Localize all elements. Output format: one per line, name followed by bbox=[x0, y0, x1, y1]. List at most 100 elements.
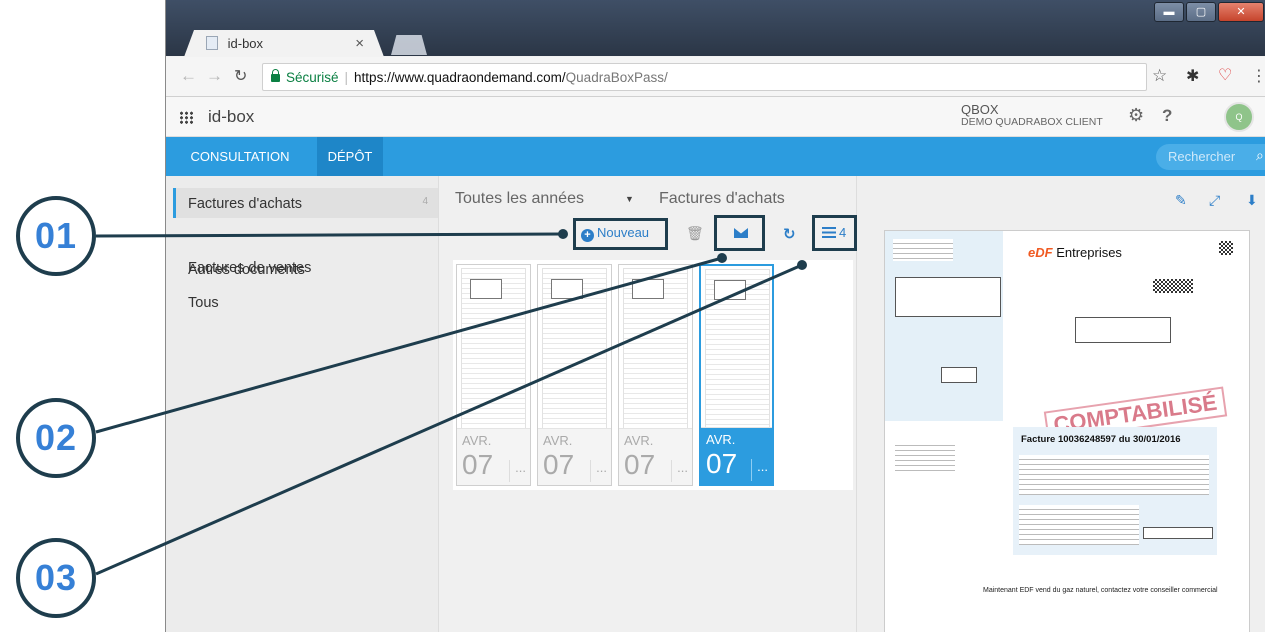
edf-mark: eDF bbox=[1028, 245, 1053, 260]
barcode bbox=[1153, 279, 1193, 293]
tab-depot[interactable]: DÉPÔT bbox=[317, 137, 383, 176]
window-controls: ▬ ▢ ✕ bbox=[1154, 2, 1264, 22]
account-info: QBOX DEMO QUADRABOX CLIENT bbox=[961, 102, 1103, 128]
download-icon[interactable]: ⬇ bbox=[1246, 192, 1258, 209]
highlight-list-button bbox=[812, 215, 857, 251]
search-input[interactable]: Rechercher ⌕ bbox=[1156, 144, 1265, 170]
gear-icon[interactable]: ⚙ bbox=[1128, 105, 1144, 126]
browser-titlebar: id-box × ▬ ▢ ✕ bbox=[166, 0, 1265, 57]
app-grid-icon[interactable] bbox=[179, 111, 194, 124]
page-icon bbox=[206, 36, 218, 50]
back-arrow-icon[interactable]: ← bbox=[180, 66, 197, 86]
card-month: AVR. bbox=[543, 433, 573, 448]
sidebar-item-tous[interactable]: Tous bbox=[173, 287, 438, 317]
document-side-notes bbox=[895, 441, 955, 471]
extension-puzzle-icon[interactable]: ✱ bbox=[1186, 66, 1199, 86]
sidebar-item-autres-documents[interactable]: Autres documents bbox=[173, 254, 438, 284]
url-host: https://www.quadraondemand.com/ bbox=[354, 70, 566, 85]
card-more-button[interactable]: ... bbox=[671, 460, 688, 482]
app-name: id-box bbox=[208, 107, 255, 126]
search-icon[interactable]: ⌕ bbox=[1256, 147, 1264, 164]
sidebar-item-label: Factures d'achats bbox=[188, 196, 302, 212]
card-day: 07 bbox=[462, 449, 494, 480]
card-day: 07 bbox=[624, 449, 656, 480]
card-footer: AVR. 07 ... bbox=[701, 427, 772, 484]
tab-title: id-box bbox=[227, 36, 264, 51]
invoice-payment-lines bbox=[1019, 505, 1139, 545]
card-day: 07 bbox=[543, 449, 575, 480]
url-separator: | bbox=[344, 70, 349, 85]
document-text-lines bbox=[893, 239, 953, 261]
year-filter[interactable]: Toutes les années bbox=[455, 190, 584, 208]
account-sub: DEMO QUADRABOX CLIENT bbox=[961, 116, 1103, 128]
document-preview: eDF Entreprises COMPTABILISÉ Facture 100… bbox=[884, 230, 1250, 632]
card-month: AVR. bbox=[706, 432, 736, 447]
sidebar-item-label: Autres documents bbox=[188, 262, 305, 278]
card-footer: AVR. 07 ... bbox=[619, 428, 692, 485]
document-reference-box bbox=[941, 367, 977, 383]
app-header: id-box QBOX DEMO QUADRABOX CLIENT ⚙ ? Q bbox=[166, 97, 1265, 137]
browser-tab[interactable]: id-box × bbox=[184, 30, 384, 57]
maximize-button[interactable]: ▢ bbox=[1186, 2, 1216, 22]
sidebar-item-label: Tous bbox=[188, 295, 219, 311]
invoice-summary: Facture 10036248597 du 30/01/2016 bbox=[1013, 427, 1217, 555]
invoice-title: Facture 10036248597 du 30/01/2016 bbox=[1021, 434, 1181, 445]
callout-badge-02: 02 bbox=[16, 398, 96, 478]
minimize-button[interactable]: ▬ bbox=[1154, 2, 1184, 22]
document-footer-note: Maintenant EDF vend du gaz naturel, cont… bbox=[983, 587, 1218, 594]
card-more-button[interactable]: ... bbox=[590, 460, 607, 482]
leader-dot-01 bbox=[558, 229, 568, 239]
account-name: QBOX bbox=[961, 102, 999, 117]
qr-code bbox=[1219, 241, 1233, 255]
refresh-button[interactable]: ↻ bbox=[783, 225, 796, 247]
edit-pencil-icon[interactable]: ✎ bbox=[1175, 192, 1187, 209]
card-more-button[interactable]: ... bbox=[751, 459, 768, 481]
reload-icon[interactable]: ↻ bbox=[234, 66, 247, 86]
address-bar[interactable]: Sécurisé | https://www.quadraondemand.com/… bbox=[262, 63, 1147, 91]
help-icon[interactable]: ? bbox=[1162, 106, 1172, 126]
document-thumbnail bbox=[623, 268, 688, 430]
extension-heart-icon[interactable]: ♡ bbox=[1218, 65, 1232, 85]
delete-button[interactable]: 🗑 bbox=[686, 225, 704, 247]
edf-brand-name: Entreprises bbox=[1056, 245, 1122, 260]
document-card-selected[interactable]: AVR. 07 ... bbox=[699, 264, 774, 486]
card-footer: AVR. 07 ... bbox=[538, 428, 611, 485]
card-month: AVR. bbox=[462, 433, 492, 448]
card-month: AVR. bbox=[624, 433, 654, 448]
invoice-amount-lines bbox=[1019, 455, 1209, 495]
close-tab-icon[interactable]: × bbox=[355, 35, 364, 52]
document-info-box bbox=[1075, 317, 1171, 343]
edf-logo: eDF Entreprises bbox=[1028, 245, 1122, 260]
document-thumbnail bbox=[461, 268, 526, 430]
caret-down-icon[interactable]: ▼ bbox=[625, 194, 634, 204]
sidebar: Factures d'achats 4 Factures de ventes A… bbox=[166, 176, 439, 632]
new-tab-button[interactable] bbox=[391, 35, 427, 55]
leader-dot-03 bbox=[797, 260, 807, 270]
avatar[interactable]: Q bbox=[1224, 102, 1254, 132]
tab-consultation[interactable]: CONSULTATION bbox=[176, 137, 304, 176]
callout-badge-03: 03 bbox=[16, 538, 96, 618]
card-more-button[interactable]: ... bbox=[509, 460, 526, 482]
sidebar-item-factures-achats[interactable]: Factures d'achats 4 bbox=[173, 188, 438, 218]
callout-badge-01: 01 bbox=[16, 196, 96, 276]
tutorial-screenshot: id-box × ▬ ▢ ✕ ← → ↻ Sécurisé | https://ww… bbox=[0, 0, 1265, 632]
leader-dot-02 bbox=[717, 253, 727, 263]
document-thumbnails: AVR. 07 ... AVR. 07 ... AVR. 07 ... AVR.… bbox=[453, 260, 853, 490]
document-thumbnail bbox=[705, 269, 770, 431]
main-nav: CONSULTATION DÉPÔT Rechercher ⌕ bbox=[166, 137, 1265, 176]
document-card[interactable]: AVR. 07 ... bbox=[618, 264, 693, 486]
highlight-email-button bbox=[714, 215, 765, 251]
expand-icon[interactable]: ⤢ bbox=[1209, 192, 1220, 209]
document-preview-panel: ✎ ⤢ ⬇ eDF Entreprises COMPTABILISÉ Factu… bbox=[857, 176, 1265, 632]
bookmark-star-icon[interactable]: ☆ bbox=[1152, 66, 1167, 86]
browser-menu-icon[interactable]: ⋮ bbox=[1251, 66, 1265, 86]
document-card[interactable]: AVR. 07 ... bbox=[456, 264, 531, 486]
category-filter: Factures d'achats bbox=[659, 190, 785, 207]
close-window-button[interactable]: ✕ bbox=[1218, 2, 1264, 22]
document-card[interactable]: AVR. 07 ... bbox=[537, 264, 612, 486]
forward-arrow-icon[interactable]: → bbox=[206, 66, 223, 86]
invoice-account-box bbox=[1143, 527, 1213, 539]
sidebar-item-count: 4 bbox=[422, 196, 428, 207]
browser-window: id-box × ▬ ▢ ✕ ← → ↻ Sécurisé | https://ww… bbox=[165, 0, 1265, 632]
secure-label: Sécurisé bbox=[286, 70, 339, 85]
